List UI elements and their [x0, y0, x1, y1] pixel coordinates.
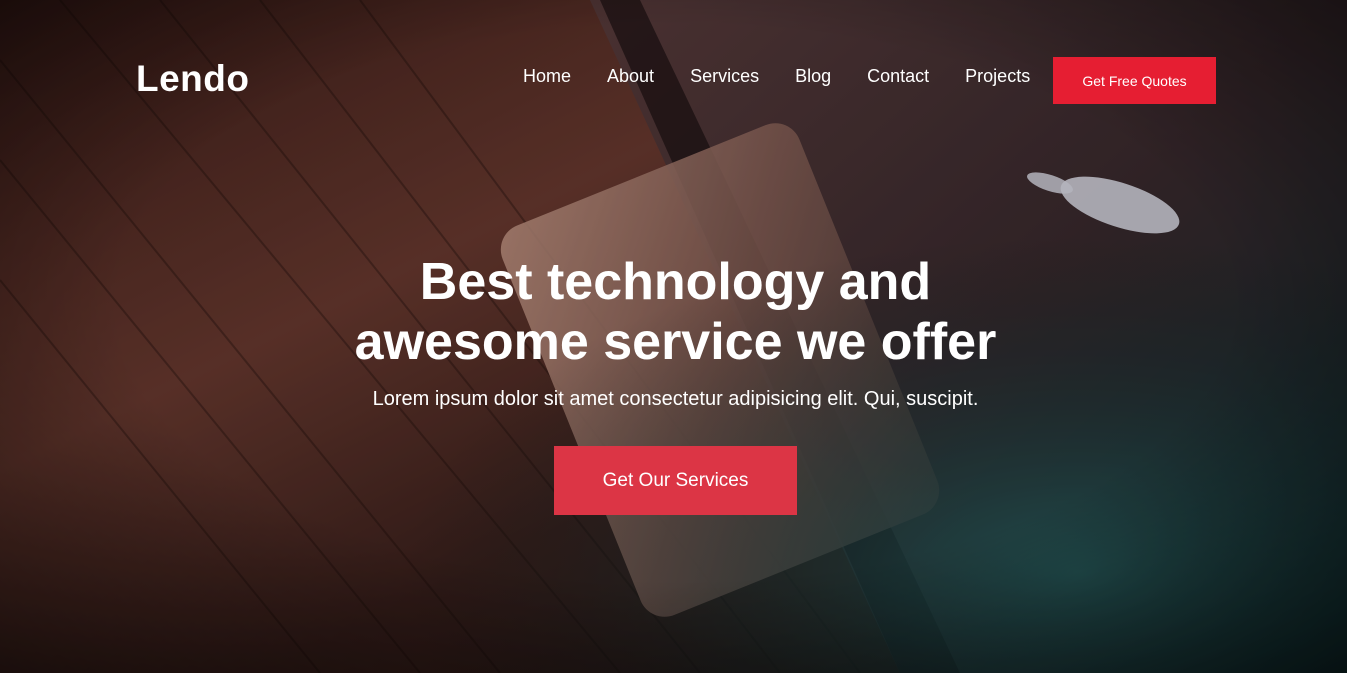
nav-item-blog[interactable]: Blog [777, 66, 849, 87]
nav-item-services[interactable]: Services [672, 66, 777, 87]
hero-subtitle: Lorem ipsum dolor sit amet consectetur a… [372, 388, 979, 410]
hero-section: Lendo Home About Services Blog Contact P… [0, 0, 1347, 673]
hero-title: Best technology and awesome service we o… [0, 252, 1347, 372]
navbar: Lendo Home About Services Blog Contact P… [0, 0, 1347, 160]
brand-logo[interactable]: Lendo [136, 58, 249, 100]
get-our-services-button[interactable]: Get Our Services [554, 446, 797, 515]
hero-content: Best technology and awesome service we o… [0, 252, 1347, 414]
nav-item-contact[interactable]: Contact [849, 66, 947, 87]
nav-menu: Home About Services Blog Contact Project… [505, 66, 1048, 87]
hero-title-line-1: Best technology and [419, 253, 932, 311]
get-free-quotes-button[interactable]: Get Free Quotes [1053, 57, 1216, 104]
nav-item-home[interactable]: Home [505, 66, 589, 87]
nav-item-projects[interactable]: Projects [947, 66, 1048, 87]
nav-item-about[interactable]: About [589, 66, 672, 87]
hero-title-line-2: awesome service we offer [354, 313, 997, 371]
